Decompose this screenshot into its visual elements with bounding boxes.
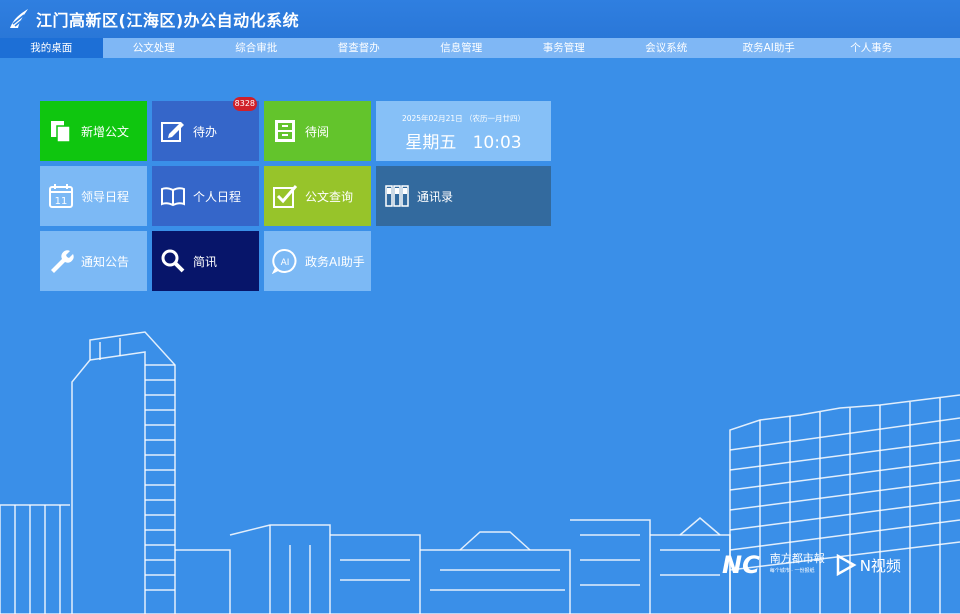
play-icon — [836, 554, 857, 576]
nav-ai-assistant[interactable]: 政务AI助手 — [718, 38, 821, 58]
calendar-icon: 11 — [49, 184, 73, 208]
checkbox-icon — [273, 185, 298, 208]
app-header: 江门高新区(江海区)办公自动化系统 — [0, 0, 960, 38]
tile-label: 个人日程 — [193, 189, 242, 204]
main-nav: 我的桌面 公文处理 综合审批 督查督办 信息管理 事务管理 会议系统 政务AI助… — [0, 38, 960, 58]
nav-info-management[interactable]: 信息管理 — [410, 38, 513, 58]
tile-to-read[interactable]: 待阅 — [264, 101, 371, 161]
edit-icon — [161, 122, 184, 142]
tile-label: 公文查询 — [305, 189, 354, 204]
tile-label: 政务AI助手 — [305, 254, 365, 269]
newspaper-slogan: 每个城市 · 一份报纸 — [769, 568, 815, 574]
newspaper-name: 南方都市報 — [769, 552, 825, 565]
ai-chat-icon: AI — [272, 248, 297, 274]
nav-affairs-management[interactable]: 事务管理 — [513, 38, 616, 58]
video-brand: N视频 — [859, 556, 901, 575]
tile-new-document[interactable]: 新增公文 — [40, 101, 147, 161]
tile-label: 简讯 — [193, 254, 218, 269]
tile-label: 通知公告 — [81, 254, 130, 269]
todo-count-badge: 8328 — [232, 97, 257, 111]
logo-icon — [10, 9, 28, 28]
copy-icon — [51, 121, 71, 143]
tile-label: 通讯录 — [417, 189, 454, 204]
ai-icon-text: AI — [281, 258, 290, 268]
tile-label: 待阅 — [305, 124, 330, 139]
newspaper-logo: 南方都市報 每个城市 · 一份报纸 — [770, 552, 825, 578]
cabinet-icon — [275, 120, 295, 142]
nav-approval[interactable]: 综合审批 — [205, 38, 308, 58]
clock-date: 2025年02月21日 （农历一月廿四） — [401, 114, 526, 123]
clock-weekday-time: 星期五 10:03 — [405, 133, 522, 153]
clock-widget: 2025年02月21日 （农历一月廿四） 星期五 10:03 — [376, 101, 551, 161]
calendar-day-text: 11 — [55, 196, 68, 207]
tile-leader-schedule[interactable]: 11 领导日程 — [40, 166, 147, 226]
tile-label: 新增公文 — [81, 124, 130, 139]
tile-todo[interactable]: 待办 8328 — [152, 97, 259, 161]
tile-label: 领导日程 — [81, 189, 130, 204]
search-icon — [161, 249, 185, 273]
nc-logo-text: NC — [722, 551, 760, 579]
tile-personal-schedule[interactable]: 个人日程 — [152, 166, 259, 226]
nav-document-processing[interactable]: 公文处理 — [103, 38, 206, 58]
wrench-icon — [51, 250, 74, 273]
tile-notice[interactable]: 通知公告 — [40, 231, 147, 291]
nav-my-desktop[interactable]: 我的桌面 — [0, 38, 103, 58]
book-icon — [161, 187, 185, 207]
video-logo: N视频 — [835, 554, 901, 576]
nav-meeting-system[interactable]: 会议系统 — [615, 38, 718, 58]
tile-document-search[interactable]: 公文查询 — [264, 166, 371, 226]
nav-supervision[interactable]: 督查督办 — [308, 38, 411, 58]
app-title: 江门高新区(江海区)办公自动化系统 — [36, 11, 300, 30]
nav-personal-affairs[interactable]: 个人事务 — [820, 38, 923, 58]
binders-icon — [385, 185, 409, 207]
tile-contacts[interactable]: 通讯录 — [376, 166, 551, 226]
tile-label: 待办 — [193, 124, 218, 139]
tile-briefing[interactable]: 简讯 — [152, 231, 259, 291]
tile-ai-assistant[interactable]: AI 政务AI助手 — [264, 231, 371, 291]
news-watermark: NC 南方都市報 每个城市 · 一份报纸 N视频 — [722, 551, 901, 579]
